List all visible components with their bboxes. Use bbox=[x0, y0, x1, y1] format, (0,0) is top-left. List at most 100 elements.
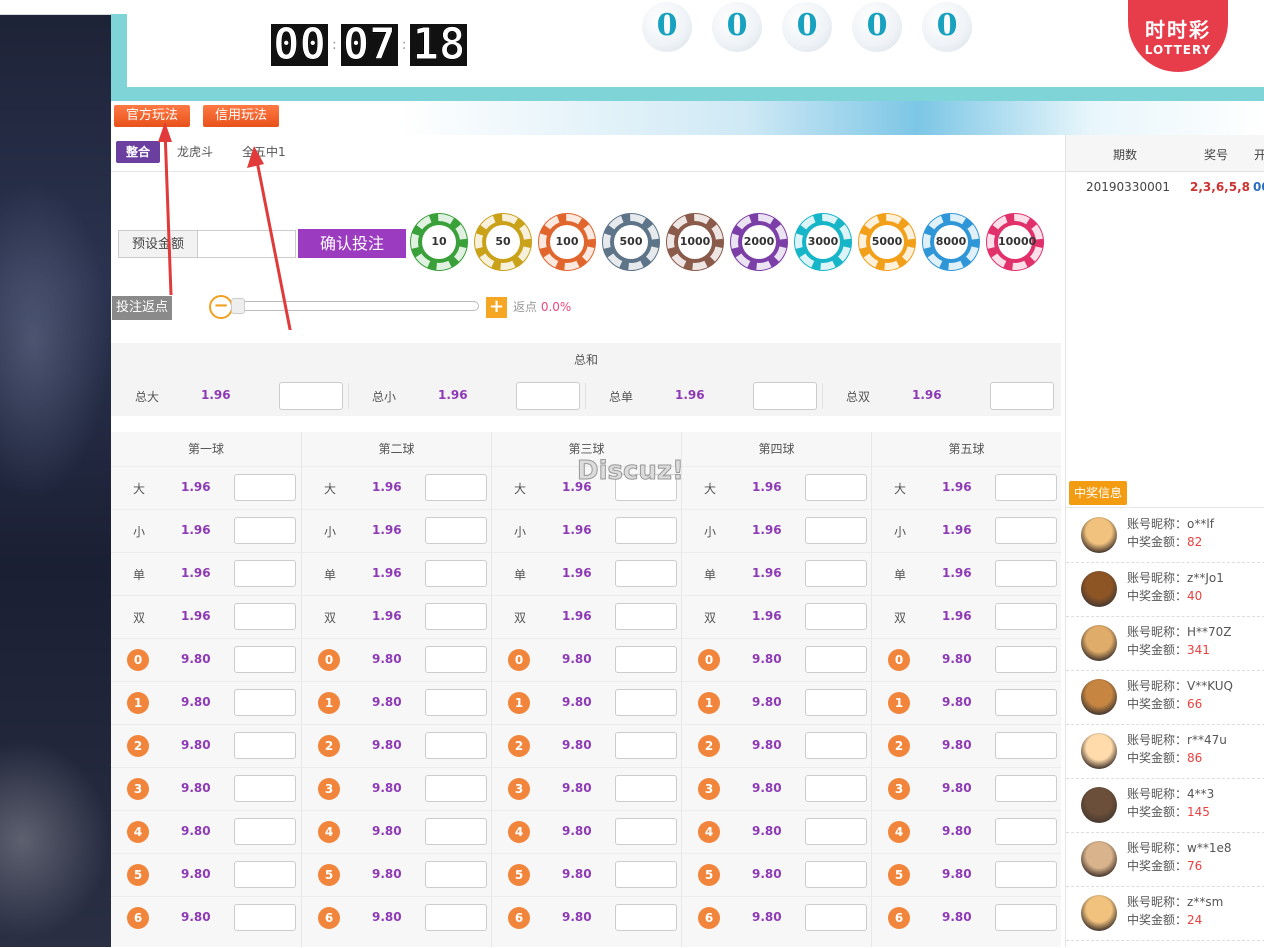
bet-input[interactable] bbox=[995, 560, 1057, 587]
bet-input[interactable] bbox=[615, 560, 677, 587]
bet-input[interactable] bbox=[995, 818, 1057, 845]
chip-50[interactable]: 50 bbox=[475, 214, 531, 270]
row-odds: 9.80 bbox=[752, 652, 782, 666]
bet-input[interactable] bbox=[425, 646, 487, 673]
bet-input[interactable] bbox=[234, 560, 296, 587]
table-row: 5 9.80 bbox=[492, 853, 681, 896]
bet-input[interactable] bbox=[234, 517, 296, 544]
sum-bet-input[interactable] bbox=[990, 382, 1054, 410]
bet-input[interactable] bbox=[805, 560, 867, 587]
chip-5000[interactable]: 5000 bbox=[859, 214, 915, 270]
bet-input[interactable] bbox=[615, 646, 677, 673]
avatar bbox=[1081, 517, 1117, 553]
bet-input[interactable] bbox=[425, 603, 487, 630]
chip-label: 1000 bbox=[678, 225, 712, 259]
bet-input[interactable] bbox=[615, 732, 677, 759]
lottery-logo: 时时彩 LOTTERY bbox=[1128, 0, 1228, 72]
chip-2000[interactable]: 2000 bbox=[731, 214, 787, 270]
bet-input[interactable] bbox=[805, 732, 867, 759]
rebate-plus-button[interactable]: + bbox=[486, 297, 507, 318]
number-ball: 2 bbox=[127, 735, 149, 757]
number-ball: 3 bbox=[888, 778, 910, 800]
table-row: 单 1.96 bbox=[492, 552, 681, 595]
bet-input[interactable] bbox=[995, 732, 1057, 759]
sum-label: 总大 bbox=[135, 390, 160, 404]
bet-input[interactable] bbox=[425, 560, 487, 587]
sum-bet-input[interactable] bbox=[279, 382, 343, 410]
chip-10[interactable]: 10 bbox=[411, 214, 467, 270]
number-ball: 6 bbox=[698, 907, 720, 929]
chip-10000[interactable]: 10000 bbox=[987, 214, 1043, 270]
winner-nick: 账号昵称：V**KUQ bbox=[1127, 679, 1233, 693]
bet-input[interactable] bbox=[234, 818, 296, 845]
bet-input[interactable] bbox=[425, 517, 487, 544]
bet-input[interactable] bbox=[805, 775, 867, 802]
bet-input[interactable] bbox=[805, 603, 867, 630]
number-ball: 1 bbox=[888, 692, 910, 714]
row-label: 大 bbox=[514, 482, 527, 496]
row-odds: 1.96 bbox=[752, 566, 782, 580]
open-header: 开 bbox=[1254, 148, 1264, 162]
bet-input[interactable] bbox=[234, 861, 296, 888]
bet-input[interactable] bbox=[805, 517, 867, 544]
avatar bbox=[1081, 895, 1117, 931]
row-odds: 1.96 bbox=[372, 609, 402, 623]
bet-input[interactable] bbox=[425, 904, 487, 931]
bet-input[interactable] bbox=[615, 775, 677, 802]
chip-8000[interactable]: 8000 bbox=[923, 214, 979, 270]
bet-input[interactable] bbox=[615, 689, 677, 716]
bet-input[interactable] bbox=[234, 474, 296, 501]
bet-input[interactable] bbox=[995, 861, 1057, 888]
bet-input[interactable] bbox=[995, 474, 1057, 501]
chip-100[interactable]: 100 bbox=[539, 214, 595, 270]
bet-input[interactable] bbox=[425, 689, 487, 716]
chip-1000[interactable]: 1000 bbox=[667, 214, 723, 270]
bet-input[interactable] bbox=[425, 775, 487, 802]
bet-input[interactable] bbox=[805, 904, 867, 931]
bet-input[interactable] bbox=[995, 517, 1057, 544]
bet-input[interactable] bbox=[234, 603, 296, 630]
bet-input[interactable] bbox=[425, 818, 487, 845]
chip-label: 100 bbox=[550, 225, 584, 259]
result-ball: 0 bbox=[782, 2, 832, 52]
history-extra: 00 bbox=[1253, 180, 1264, 194]
bet-input[interactable] bbox=[805, 689, 867, 716]
sum-bet-input[interactable] bbox=[753, 382, 817, 410]
bet-input[interactable] bbox=[995, 775, 1057, 802]
ball-column: 第四球大 1.96 小 1.96 单 1.96 双 1.96 0 9.80 1 9.80 2 9.80 3 9… bbox=[681, 432, 871, 947]
sum-bet-input[interactable] bbox=[516, 382, 580, 410]
chip-label: 50 bbox=[486, 225, 520, 259]
bet-input[interactable] bbox=[234, 646, 296, 673]
row-odds: 9.80 bbox=[372, 652, 402, 666]
chip-3000[interactable]: 3000 bbox=[795, 214, 851, 270]
bet-input[interactable] bbox=[234, 775, 296, 802]
bet-input[interactable] bbox=[425, 732, 487, 759]
bet-input[interactable] bbox=[805, 861, 867, 888]
bet-input[interactable] bbox=[995, 603, 1057, 630]
table-row: 5 9.80 bbox=[302, 853, 491, 896]
bet-input[interactable] bbox=[995, 689, 1057, 716]
chip-500[interactable]: 500 bbox=[603, 214, 659, 270]
winner-item: 账号昵称：z**Jo1 中奖金额：40 bbox=[1066, 562, 1264, 617]
bet-input[interactable] bbox=[805, 818, 867, 845]
row-odds: 1.96 bbox=[562, 523, 592, 537]
bet-input[interactable] bbox=[234, 732, 296, 759]
bet-input[interactable] bbox=[615, 861, 677, 888]
result-ball: 0 bbox=[712, 2, 762, 52]
winner-item: 账号昵称：w**1e8 中奖金额：76 bbox=[1066, 832, 1264, 887]
bet-input[interactable] bbox=[615, 904, 677, 931]
bet-input[interactable] bbox=[615, 517, 677, 544]
bet-input[interactable] bbox=[995, 904, 1057, 931]
bet-input[interactable] bbox=[615, 818, 677, 845]
avatar bbox=[1081, 625, 1117, 661]
bet-input[interactable] bbox=[425, 861, 487, 888]
table-row: 大 1.96 bbox=[302, 466, 491, 509]
bet-input[interactable] bbox=[234, 689, 296, 716]
bet-input[interactable] bbox=[234, 904, 296, 931]
bet-input[interactable] bbox=[615, 603, 677, 630]
bet-input[interactable] bbox=[995, 646, 1057, 673]
bet-input[interactable] bbox=[805, 474, 867, 501]
bet-input[interactable] bbox=[425, 474, 487, 501]
result-ball: 0 bbox=[852, 2, 902, 52]
bet-input[interactable] bbox=[805, 646, 867, 673]
